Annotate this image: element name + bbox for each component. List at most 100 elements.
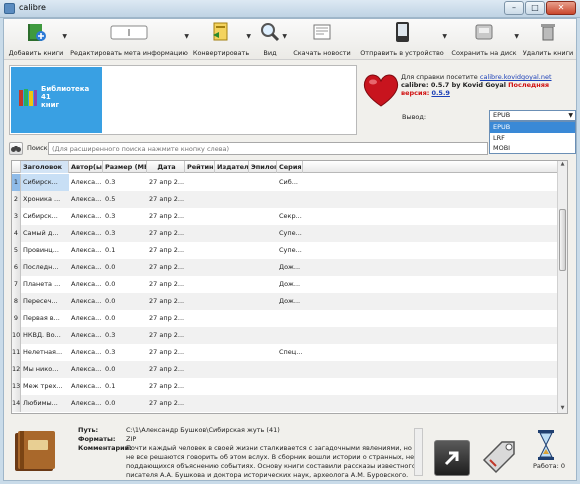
- cell-series: [277, 310, 303, 327]
- column-header-date[interactable]: Дата: [147, 161, 185, 173]
- cell-date: 27 апр 2...: [149, 331, 185, 339]
- table-row[interactable]: 6 Последн... Алекса... 0.0 27 апр 2... Дож...: [12, 259, 557, 276]
- format-option-lrf[interactable]: LRF: [490, 133, 575, 144]
- convert-icon: [213, 22, 228, 41]
- cell-title: Хроника ...: [23, 195, 61, 203]
- column-header-title[interactable]: Заголовок: [21, 161, 69, 173]
- send-to-device-button[interactable]: ▼ Отправить в устройство: [356, 19, 448, 60]
- books-icon: [19, 89, 37, 106]
- column-header-series[interactable]: Серия: [277, 161, 303, 173]
- cell-author: Алекса...: [71, 314, 102, 322]
- row-number: 2: [12, 191, 21, 208]
- chevron-down-icon[interactable]: ▼: [184, 33, 189, 40]
- column-header-epilogue[interactable]: Эпилог: [249, 161, 277, 173]
- book-cover-icon: [15, 431, 55, 471]
- column-header-size[interactable]: Размер (МБ): [103, 161, 147, 173]
- chevron-down-icon[interactable]: ▼: [514, 33, 519, 40]
- latest-version-link[interactable]: 0.5.9: [431, 89, 450, 97]
- info-panel: Для справки посетите calibre.kovidgoyal.…: [401, 73, 576, 97]
- table-row[interactable]: 14 Любимы... Алекса... 0.0 27 апр 2...: [12, 395, 557, 412]
- chevron-down-icon[interactable]: ▼: [246, 33, 251, 40]
- cell-series: [277, 327, 303, 344]
- maximize-button[interactable]: □: [525, 1, 545, 15]
- cell-size: 0.0: [105, 314, 116, 322]
- table-row[interactable]: 13 Меж трех... Алекса... 0.1 27 апр 2...: [12, 378, 557, 395]
- close-button[interactable]: ✕: [546, 1, 576, 15]
- column-header-rating[interactable]: Рейтинг: [185, 161, 215, 173]
- column-header-publisher[interactable]: Издатель: [215, 161, 249, 173]
- format-option-epub[interactable]: EPUB: [490, 122, 575, 133]
- table-row[interactable]: 11 Нелетная... Алекса... 0.3 27 апр 2... Спец…: [12, 344, 557, 361]
- add-book-icon: [28, 24, 46, 41]
- minimize-button[interactable]: –: [504, 1, 524, 15]
- chevron-down-icon[interactable]: ▼: [62, 33, 67, 40]
- version-text: calibre: 0.5.7 by: [401, 81, 461, 89]
- cell-title: Меж трех...: [23, 382, 63, 390]
- fetch-news-button[interactable]: Скачать новости: [288, 19, 356, 60]
- output-format-select[interactable]: EPUB ▼: [489, 110, 576, 121]
- search-input[interactable]: [48, 142, 488, 155]
- table-row[interactable]: 12 Мы нико... Алекса... 0.0 27 апр 2...: [12, 361, 557, 378]
- open-book-button[interactable]: [434, 440, 470, 476]
- delete-books-button[interactable]: Удалить книги: [520, 19, 576, 60]
- cell-title: Мы нико...: [23, 365, 59, 373]
- cell-date: 27 апр 2...: [149, 246, 185, 254]
- comments-scrollbar[interactable]: [414, 428, 423, 476]
- cell-author: Алекса...: [71, 178, 102, 186]
- library-tile[interactable]: Библиотека 41 книг: [11, 67, 102, 133]
- help-link[interactable]: calibre.kovidgoyal.net: [480, 73, 552, 81]
- main-window: ▼ Добавить книги ▼ Редактировать мета ин…: [3, 18, 577, 481]
- chevron-down-icon[interactable]: ▼: [282, 33, 287, 40]
- table-row[interactable]: 9 Первая в... Алекса... 0.0 27 апр 2...: [12, 310, 557, 327]
- cell-size: 0.0: [105, 263, 116, 271]
- table-row[interactable]: 10 НКВД. Во... Алекса... 0.3 27 апр 2...: [12, 327, 557, 344]
- cell-size: 0.3: [105, 331, 116, 339]
- cell-date: 27 апр 2...: [149, 399, 185, 407]
- cell-title: Нелетная...: [23, 348, 63, 356]
- cell-title: Последн...: [23, 263, 59, 271]
- chevron-down-icon[interactable]: ▼: [568, 111, 573, 120]
- table-row[interactable]: 7 Планета ... Алекса... 0.0 27 апр 2... Дож..…: [12, 276, 557, 293]
- formats-value[interactable]: ZIP: [126, 435, 418, 444]
- cell-title: Сибирск...: [23, 212, 58, 220]
- row-number: 14: [12, 395, 21, 412]
- cell-title: Планета ...: [23, 280, 61, 288]
- add-books-button[interactable]: ▼ Добавить книги: [4, 19, 68, 60]
- window-controls: – □ ✕: [504, 1, 576, 15]
- hourglass-icon[interactable]: [537, 430, 555, 460]
- heart-icon[interactable]: [361, 71, 401, 109]
- cell-date: 27 апр 2...: [149, 229, 185, 237]
- comments-value: Почти каждый человек в своей жизни сталк…: [126, 444, 416, 479]
- scroll-down-icon[interactable]: ▼: [558, 405, 567, 413]
- save-to-disk-button[interactable]: ▼ Сохранить на диск: [448, 19, 520, 60]
- table-row[interactable]: 4 Самый д... Алекса... 0.3 27 апр 2... Супе..…: [12, 225, 557, 242]
- search-label: Поиск:: [27, 144, 50, 152]
- column-header-author[interactable]: Автор(ы): [69, 161, 103, 173]
- cell-title: Первая в...: [23, 314, 60, 322]
- chevron-down-icon[interactable]: ▼: [442, 33, 447, 40]
- scroll-up-icon[interactable]: ▲: [558, 161, 567, 169]
- format-option-mobi[interactable]: MOBI: [490, 143, 575, 154]
- table-row[interactable]: 1 Сибирск... Алекса... 0.3 27 апр 2... Сиб...: [12, 174, 557, 191]
- formats-label: Форматы:: [78, 435, 116, 443]
- scroll-thumb[interactable]: [559, 209, 566, 271]
- help-text: Для справки посетите: [401, 73, 478, 81]
- tag-icon[interactable]: [478, 434, 522, 478]
- convert-button[interactable]: ▼ Конвертировать: [190, 19, 252, 60]
- path-value[interactable]: C:\1\Александр Бушков\Сибирская жуть (41…: [126, 426, 418, 435]
- table-row[interactable]: 3 Сибирск... Алекса... 0.3 27 апр 2... Секр..…: [12, 208, 557, 225]
- table-row[interactable]: 5 Провинц... Алекса... 0.1 27 апр 2... Супе..…: [12, 242, 557, 259]
- cell-series: [277, 395, 303, 412]
- row-number: 5: [12, 242, 21, 259]
- table-row[interactable]: 8 Пересеч... Алекса... 0.0 27 апр 2... Дож...: [12, 293, 557, 310]
- edit-metadata-button[interactable]: ▼ Редактировать мета информацию: [68, 19, 190, 60]
- table-scrollbar[interactable]: ▲ ▼: [557, 161, 567, 413]
- cell-author: Алекса...: [71, 280, 102, 288]
- row-number-header: [12, 161, 21, 173]
- advanced-search-button[interactable]: [9, 142, 23, 155]
- view-button[interactable]: ▼ Вид: [252, 19, 288, 60]
- binoculars-icon: [11, 146, 21, 152]
- table-row[interactable]: 2 Хроника ... Алекса... 0.5 27 апр 2...: [12, 191, 557, 208]
- device-icon: [396, 22, 409, 42]
- jobs-status[interactable]: Работа: 0: [533, 462, 565, 470]
